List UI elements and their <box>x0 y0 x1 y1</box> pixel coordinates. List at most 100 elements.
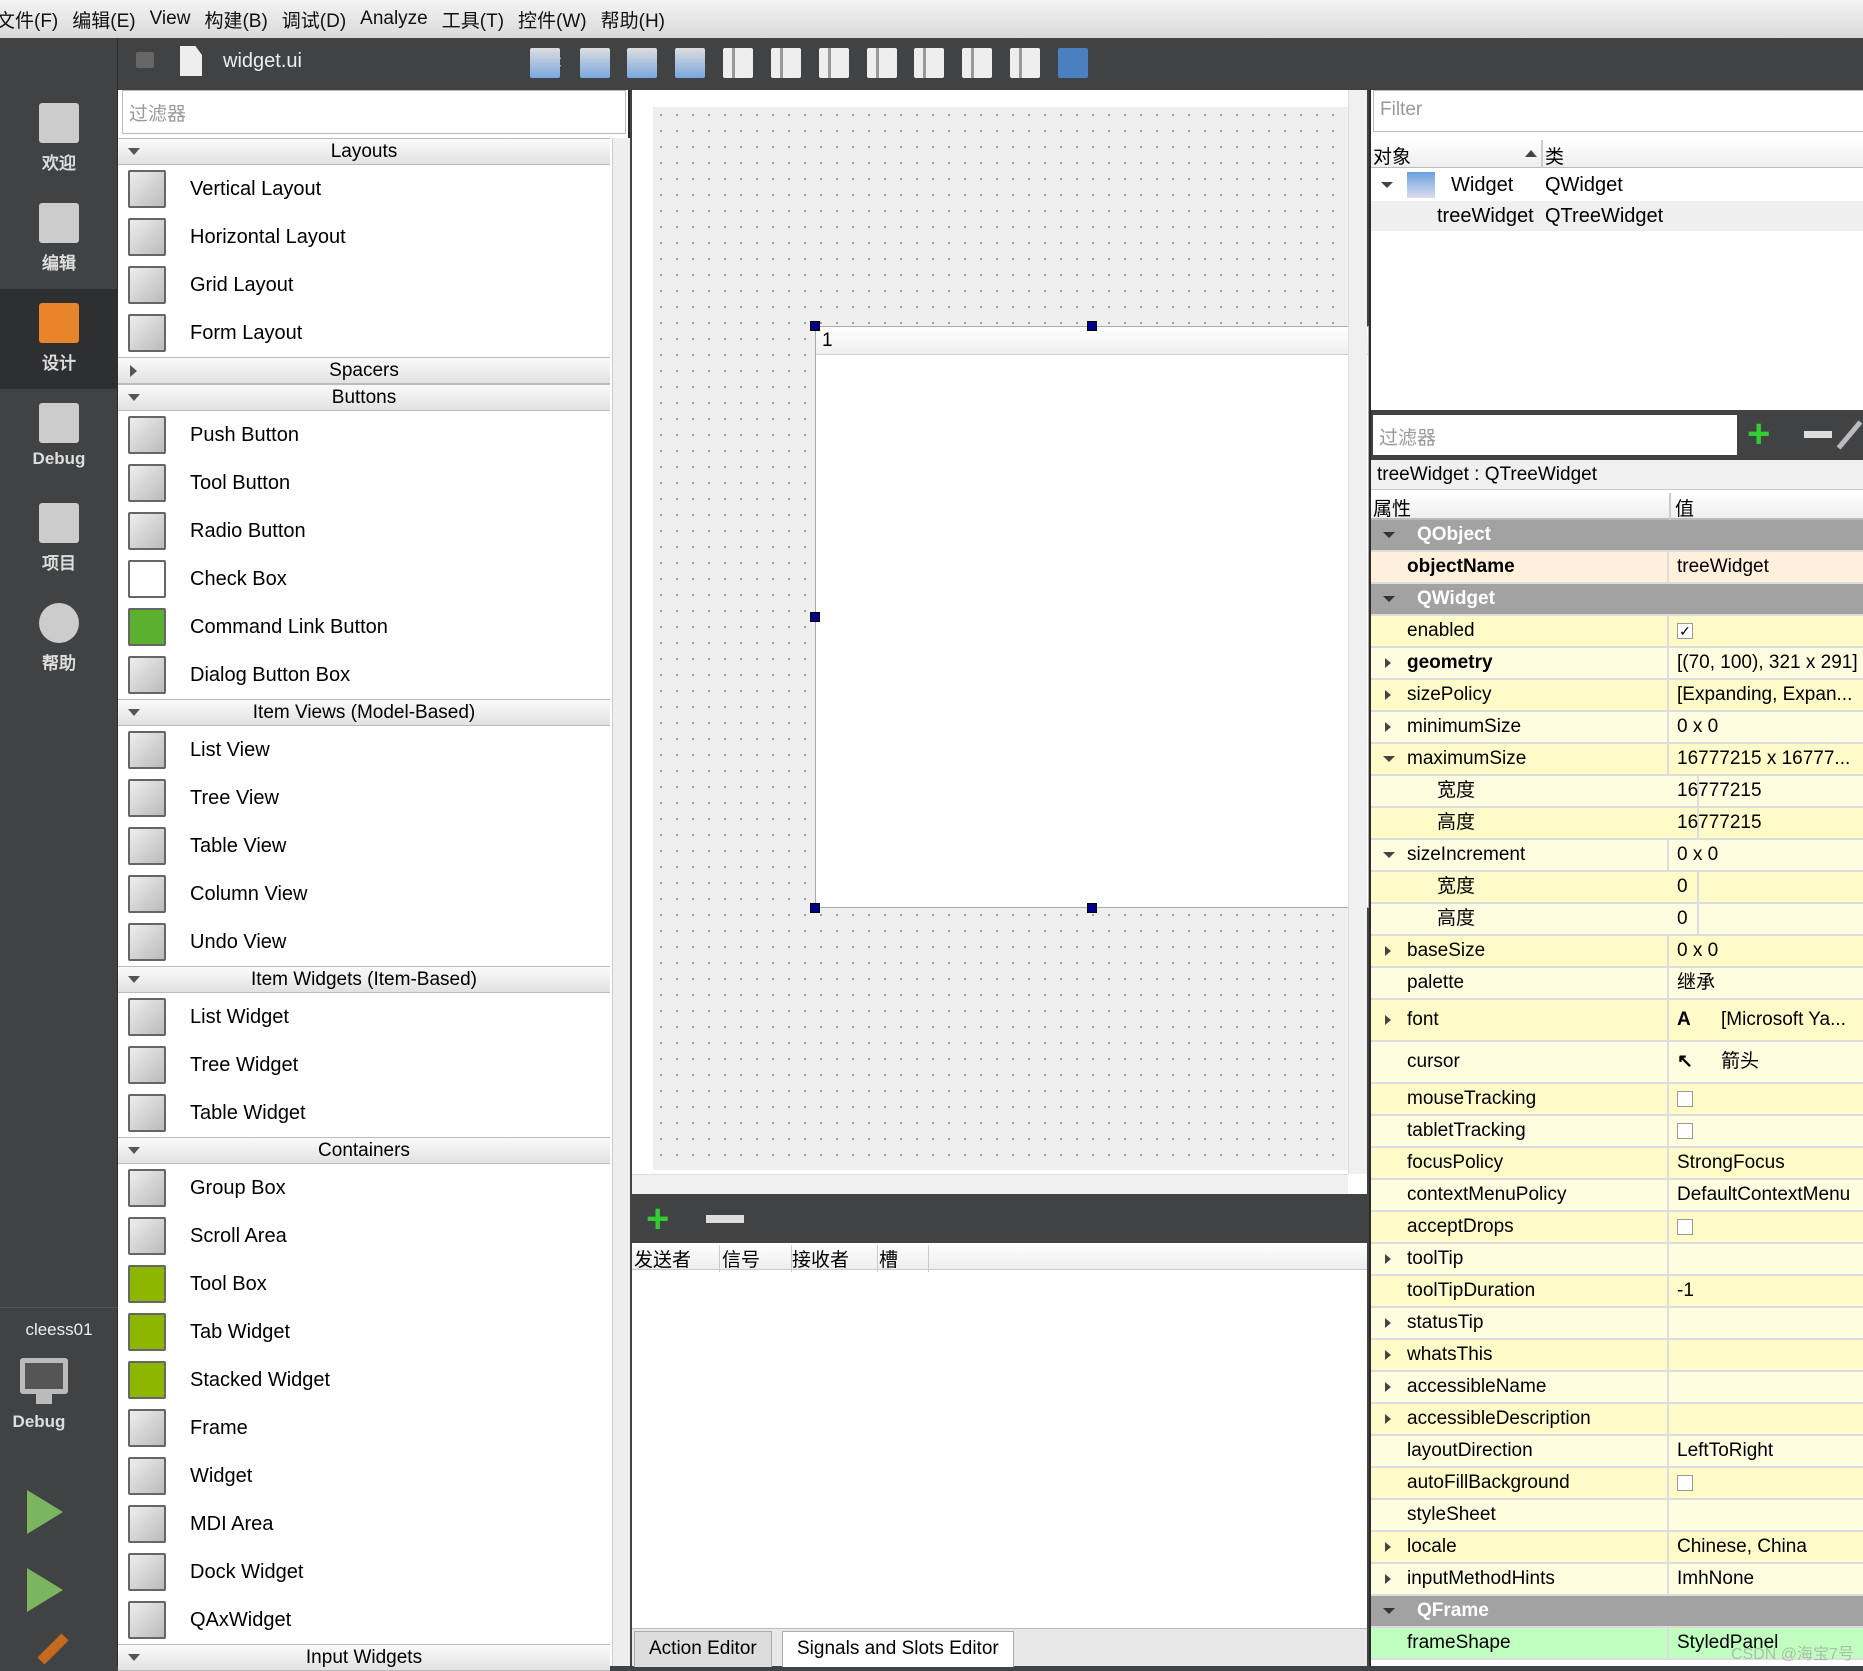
property-value[interactable]: ✓ <box>1677 616 1863 646</box>
property-row[interactable]: objectName treeWidget <box>1371 552 1863 584</box>
property-row[interactable]: contextMenuPolicy DefaultContextMenu <box>1371 1180 1863 1212</box>
property-value[interactable]: 16777215 <box>1677 776 1863 806</box>
column-value[interactable]: 值 <box>1675 494 1694 521</box>
layout-vertical-icon[interactable] <box>771 48 801 78</box>
resize-handle[interactable] <box>810 903 820 913</box>
widget-item[interactable]: Dialog Button Box <box>118 651 610 699</box>
layout-form-icon[interactable] <box>914 48 944 78</box>
category-header[interactable]: Item Views (Model-Based) <box>118 699 610 726</box>
remove-connection-icon[interactable] <box>706 1215 744 1223</box>
property-row[interactable]: tabletTracking <box>1371 1116 1863 1148</box>
collapse-arrow-icon[interactable] <box>1383 1608 1395 1614</box>
property-row[interactable]: statusTip <box>1371 1308 1863 1340</box>
kit-selector[interactable]: Debug <box>0 1350 118 1440</box>
widget-item[interactable]: Grid Layout <box>118 261 610 309</box>
category-header[interactable]: Input Widgets <box>118 1644 610 1671</box>
open-file-name[interactable]: widget.ui <box>223 50 302 73</box>
property-row[interactable]: inputMethodHints ImhNone <box>1371 1564 1863 1596</box>
property-row[interactable]: sizePolicy [Expanding, Expan... <box>1371 680 1863 712</box>
menu-item[interactable]: 工具(T) <box>442 6 518 33</box>
property-row[interactable]: font A [Microsoft Ya... <box>1371 1000 1863 1042</box>
canvas-horizontal-scrollbar[interactable] <box>632 1174 1348 1194</box>
resize-handle[interactable] <box>810 321 820 331</box>
expand-arrow-icon[interactable] <box>1385 1542 1391 1552</box>
property-row[interactable]: accessibleName <box>1371 1372 1863 1404</box>
expand-arrow-icon[interactable] <box>1385 1015 1391 1025</box>
collapse-arrow-icon[interactable] <box>1381 182 1393 188</box>
expand-arrow-icon[interactable] <box>1385 1574 1391 1584</box>
mode-3[interactable]: Debug <box>0 389 118 489</box>
widget-item[interactable]: Frame <box>118 1404 610 1452</box>
property-value[interactable]: Chinese, China <box>1677 1532 1863 1562</box>
column-slot[interactable]: 槽 <box>879 1245 929 1272</box>
property-row[interactable]: whatsThis <box>1371 1340 1863 1372</box>
category-header[interactable]: Containers <box>118 1137 610 1164</box>
property-value[interactable]: 继承 <box>1677 968 1863 998</box>
property-value[interactable]: LeftToRight <box>1677 1436 1863 1466</box>
widget-item[interactable]: List View <box>118 726 610 774</box>
expand-arrow-icon[interactable] <box>1385 658 1391 668</box>
property-value[interactable]: 0 <box>1677 872 1863 902</box>
property-group[interactable]: QObject <box>1371 520 1863 552</box>
canvas-vertical-scrollbar[interactable] <box>1348 90 1367 1174</box>
edit-signals-slots-icon[interactable] <box>580 48 610 78</box>
property-row[interactable]: layoutDirection LeftToRight <box>1371 1436 1863 1468</box>
menu-item[interactable]: 编辑(E) <box>72 6 149 33</box>
widget-item[interactable]: Tool Box <box>118 1260 610 1308</box>
column-sender[interactable]: 发送者 <box>634 1245 720 1272</box>
widget-item[interactable]: List Widget <box>118 993 610 1041</box>
property-row[interactable]: toolTip <box>1371 1244 1863 1276</box>
build-hammer-icon[interactable] <box>37 1633 69 1665</box>
widget-item[interactable]: Tool Button <box>118 459 610 507</box>
expand-arrow-icon[interactable] <box>1385 1382 1391 1392</box>
expand-arrow-icon[interactable] <box>1385 1318 1391 1328</box>
add-dynamic-property-icon[interactable]: + <box>1747 414 1770 454</box>
property-value[interactable] <box>1677 1468 1863 1498</box>
property-value[interactable]: treeWidget <box>1677 552 1863 582</box>
object-row-widget[interactable]: Widget QWidget <box>1371 170 1863 200</box>
widget-filter-input[interactable]: 过滤器 <box>122 90 626 134</box>
expand-arrow-icon[interactable] <box>1385 946 1391 956</box>
checkbox-unchecked[interactable] <box>1677 1218 1693 1235</box>
property-value[interactable]: A [Microsoft Ya... <box>1677 1000 1863 1040</box>
property-row[interactable]: mouseTracking <box>1371 1084 1863 1116</box>
property-row[interactable]: maximumSize 16777215 x 16777... <box>1371 744 1863 776</box>
mode-5[interactable]: 帮助 <box>0 589 118 689</box>
property-row[interactable]: geometry [(70, 100), 321 x 291] <box>1371 648 1863 680</box>
remove-dynamic-property-icon[interactable] <box>1804 431 1832 438</box>
widget-item[interactable]: Tab Widget <box>118 1308 610 1356</box>
property-row[interactable]: palette 继承 <box>1371 968 1863 1000</box>
property-value[interactable]: 16777215 x 16777... <box>1677 744 1863 774</box>
checkbox-unchecked[interactable] <box>1677 1474 1693 1491</box>
property-value[interactable]: ImhNone <box>1677 1564 1863 1594</box>
property-value[interactable]: -1 <box>1677 1276 1863 1306</box>
run-button[interactable] <box>27 1490 63 1534</box>
widget-item[interactable]: Widget <box>118 1452 610 1500</box>
edit-widgets-icon[interactable] <box>530 48 560 78</box>
widget-item[interactable]: Tree Widget <box>118 1041 610 1089</box>
collapse-arrow-icon[interactable] <box>1383 756 1395 762</box>
property-row[interactable]: 宽度 0 <box>1371 872 1863 904</box>
widget-item[interactable]: Table Widget <box>118 1089 610 1137</box>
property-value[interactable]: StrongFocus <box>1677 1148 1863 1178</box>
menu-item[interactable]: 文件(F) <box>0 6 72 33</box>
mode-1[interactable]: 编辑 <box>0 189 118 289</box>
widget-item[interactable]: Stacked Widget <box>118 1356 610 1404</box>
tab-signals-slots-editor[interactable]: Signals and Slots Editor <box>782 1631 1014 1667</box>
property-row[interactable]: baseSize 0 x 0 <box>1371 936 1863 968</box>
widget-item[interactable]: Push Button <box>118 411 610 459</box>
form-widget[interactable]: 1 <box>653 107 1369 1170</box>
property-value[interactable]: 0 x 0 <box>1677 840 1863 870</box>
category-header[interactable]: Item Widgets (Item-Based) <box>118 966 610 993</box>
widget-item[interactable]: Command Link Button <box>118 603 610 651</box>
property-row[interactable]: locale Chinese, China <box>1371 1532 1863 1564</box>
property-row[interactable]: 高度 0 <box>1371 904 1863 936</box>
widget-item[interactable]: Scroll Area <box>118 1212 610 1260</box>
adjust-size-icon[interactable] <box>1058 48 1088 78</box>
break-layout-icon[interactable] <box>1010 48 1040 78</box>
property-row[interactable]: accessibleDescription <box>1371 1404 1863 1436</box>
column-receiver[interactable]: 接收者 <box>792 1245 878 1272</box>
column-signal[interactable]: 信号 <box>722 1245 792 1272</box>
layout-grid-icon[interactable] <box>962 48 992 78</box>
tree-widget[interactable]: 1 <box>815 326 1369 908</box>
